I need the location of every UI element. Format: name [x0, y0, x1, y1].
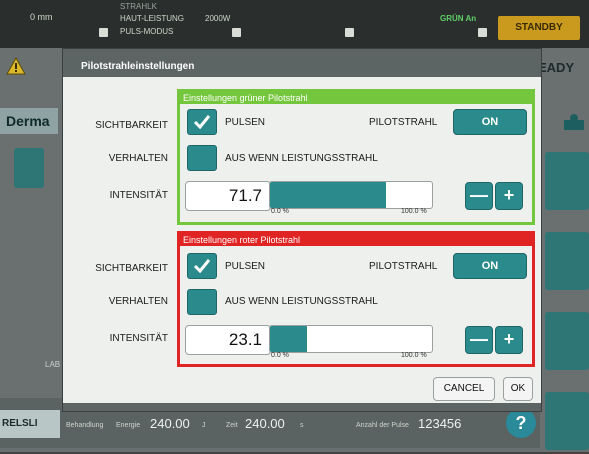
device-icon-button[interactable] [14, 148, 44, 188]
person-icon-button[interactable] [545, 392, 589, 450]
green-pulse-label: PULSEN [225, 117, 266, 128]
status-indicator [232, 28, 241, 37]
ready-label: EADY [538, 60, 575, 75]
green-visibility-label: SICHTBARKEIT [95, 120, 168, 131]
green-intensity-input[interactable]: 71.7 [185, 181, 271, 211]
checkmark-icon [193, 115, 211, 130]
cancel-button[interactable]: CANCEL [433, 377, 495, 401]
green-pulse-checkbox[interactable] [187, 109, 217, 135]
status-indicator [345, 28, 354, 37]
pulse-count-value: 123456 [418, 416, 462, 431]
red-range-max: 100.0 % [401, 352, 427, 359]
treatment-label: Behandlung [66, 422, 104, 429]
red-pulse-checkbox[interactable] [187, 253, 217, 279]
time-value: 240.00 [245, 416, 285, 431]
status-indicator [99, 28, 108, 37]
derma-tab[interactable]: Derma [0, 108, 58, 134]
red-pulse-label: PULSEN [225, 261, 266, 272]
time-label: Zeit [226, 422, 238, 429]
checkmark-icon [193, 259, 211, 274]
energy-unit: J [202, 422, 206, 429]
dialog-title: Pilotstrahleinstellungen [81, 61, 195, 72]
power-readout: 2000W [205, 14, 231, 23]
green-behavior-checkbox[interactable] [187, 145, 217, 171]
red-behavior-label: VERHALTEN [108, 296, 168, 307]
status-label-pulsmodus: PULS-MODUS [120, 27, 174, 36]
tools-icon [564, 114, 584, 130]
time-unit: s [300, 422, 304, 429]
green-group-header: Einstellungen grüner Pilotstrahl [180, 92, 532, 104]
red-intensity-slider[interactable] [269, 325, 433, 353]
tool-icon-button[interactable] [545, 232, 589, 290]
pilot-beam-settings-dialog: Pilotstrahleinstellungen Einstellungen g… [62, 48, 542, 412]
red-group-header: Einstellungen roter Pilotstrahl [180, 234, 532, 246]
sliders-icon-button[interactable] [545, 312, 589, 370]
green-behavior-option: AUS WENN LEISTUNGSSTRAHL [225, 153, 378, 164]
green-intensity-slider[interactable] [269, 181, 433, 209]
book-icon-button[interactable] [545, 152, 589, 210]
red-intensity-input[interactable]: 23.1 [185, 325, 271, 355]
green-intensity-label: INTENSITÄT [109, 190, 168, 201]
green-intensity-fill [270, 182, 387, 208]
standby-button[interactable]: STANDBY [498, 16, 580, 40]
energy-label: Energie [116, 422, 141, 429]
green-range-min: 0.0 % [271, 208, 289, 215]
green-pilot-on-button[interactable]: ON [453, 109, 527, 135]
red-behavior-option: AUS WENN LEISTUNGSSTRAHL [225, 296, 378, 307]
red-increase-button[interactable]: + [495, 326, 523, 354]
green-behavior-label: VERHALTEN [108, 153, 168, 164]
red-pilot-on-button[interactable]: ON [453, 253, 527, 279]
green-pilot-label: PILOTSTRAHL [369, 117, 438, 128]
red-intensity-fill [270, 326, 308, 352]
green-increase-button[interactable]: + [495, 182, 523, 210]
red-visibility-label: SICHTBARKEIT [95, 263, 168, 274]
red-pilot-label: PILOTSTRAHL [369, 261, 438, 272]
green-decrease-button[interactable]: — [465, 182, 493, 210]
pulse-count-label: Anzahl der Pulse [356, 422, 409, 429]
background-label: LAB [45, 360, 61, 369]
help-button[interactable]: ? [506, 408, 536, 438]
red-decrease-button[interactable]: — [465, 326, 493, 354]
status-label-strahl: STRAHLK [120, 2, 157, 11]
energy-value: 240.00 [150, 416, 190, 431]
status-indicator [478, 28, 487, 37]
status-label-leistung: HAUT-LEISTUNG [120, 14, 185, 23]
ok-button[interactable]: OK [503, 377, 533, 401]
distance-readout: 0 mm [30, 12, 53, 22]
top-status-bar: 0 mm STRAHLK HAUT-LEISTUNG PULS-MODUS 20… [0, 0, 589, 48]
red-intensity-label: INTENSITÄT [109, 333, 168, 344]
green-range-max: 100.0 % [401, 208, 427, 215]
red-range-min: 0.0 % [271, 352, 289, 359]
warning-icon [6, 56, 26, 75]
red-behavior-checkbox[interactable] [187, 289, 217, 315]
release-button[interactable]: RELSLI [0, 410, 60, 438]
laser-state: GRÜN An [440, 14, 477, 23]
